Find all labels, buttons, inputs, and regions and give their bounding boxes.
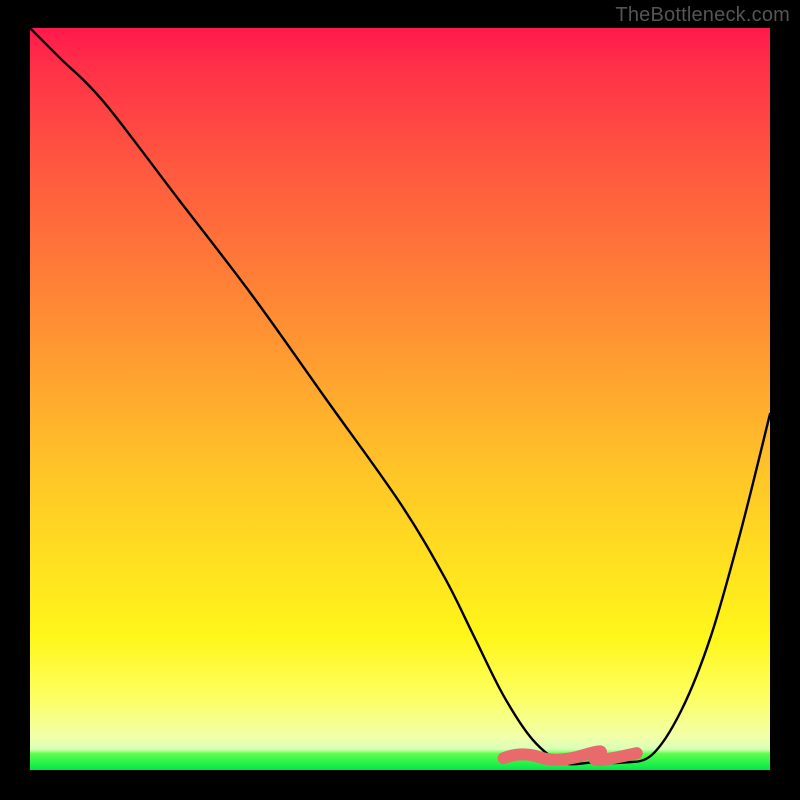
flat-minimum-marker [504,751,637,760]
plot-area [30,28,770,770]
bottleneck-curve-line [30,28,770,764]
chart-frame: TheBottleneck.com [0,0,800,800]
curve-layer [30,28,770,770]
watermark-text: TheBottleneck.com [615,4,790,27]
